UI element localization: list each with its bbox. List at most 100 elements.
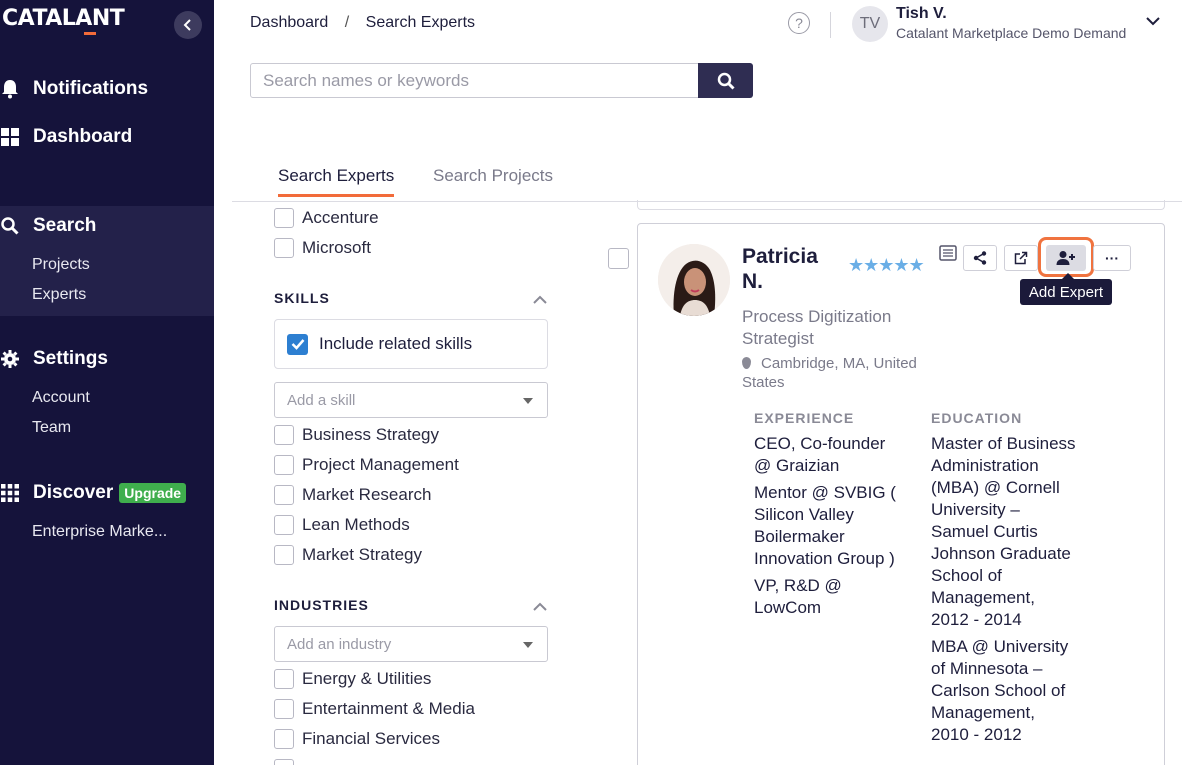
filter-skill-business-strategy[interactable]: Business Strategy [274,425,439,445]
location-pin-icon [742,357,751,369]
chevron-up-icon[interactable] [533,295,547,305]
catalant-logo[interactable]: CATALANT [2,6,125,35]
add-expert-button[interactable] [1046,245,1086,271]
expert-title: Process Digitization Strategist [742,307,892,348]
header-divider [830,12,831,38]
filter-skill-market-research[interactable]: Market Research [274,485,431,505]
add-skill-placeholder: Add a skill [287,391,356,409]
more-options-button[interactable]: ··· [1093,245,1131,271]
add-expert-tooltip: Add Expert [1020,273,1112,305]
nav-dashboard[interactable]: Dashboard [0,126,132,148]
checkbox[interactable] [274,669,294,689]
nav-settings[interactable]: Settings [0,348,108,370]
filter-skill-lean-methods[interactable]: Lean Methods [274,515,410,535]
checkbox[interactable] [274,759,294,765]
filter-company-accenture[interactable]: Accenture [274,208,379,228]
caret-down-icon [523,642,533,648]
add-industry-dropdown[interactable]: Add an industry [274,626,548,662]
filter-label: Business Strategy [302,425,440,444]
filter-skill-project-management[interactable]: Project Management [274,455,459,475]
checkbox-checked[interactable] [287,333,308,355]
top-header: Dashboard / Search Experts ? TV Tish V. … [214,0,1200,50]
expert-name[interactable]: Patricia N. [742,244,822,294]
location-text: Cambridge, MA, United States [742,355,917,391]
search-button[interactable] [698,63,753,98]
nav-discover-enterprise[interactable]: Enterprise Marke... [32,523,167,541]
filter-industry-energy[interactable]: Energy & Utilities [274,669,431,689]
external-link-icon [1014,251,1028,265]
chevron-up-icon[interactable] [533,602,547,612]
help-icon-glyph: ? [795,15,803,31]
filter-label: Microsoft [302,238,371,257]
filter-label: Financial Services [302,729,440,748]
nav-notifications[interactable]: Notifications [0,78,148,100]
filter-industry-next[interactable] [274,759,302,765]
education-item: MBA @ University of Minnesota – Carlson … [931,637,1069,744]
search-input[interactable] [250,63,699,98]
add-skill-dropdown[interactable]: Add a skill [274,382,548,418]
include-related-label: Include related skills [319,334,473,353]
expert-photo[interactable] [658,244,730,316]
filter-label: Market Research [302,485,432,504]
user-organization[interactable]: Catalant Marketplace Demo Demand [896,25,1126,41]
avatar[interactable]: TV [852,6,888,42]
search-icon [717,72,735,90]
nav-discover[interactable]: Discover Upgrade [0,482,187,504]
tab-search-experts[interactable]: Search Experts [278,166,395,197]
nav-search-experts[interactable]: Experts [32,286,86,304]
nav-settings-label: Settings [33,348,108,369]
filter-skill-market-strategy[interactable]: Market Strategy [274,545,422,565]
filter-label: Accenture [302,208,379,227]
select-expert-checkbox[interactable] [608,248,629,269]
expert-location: Cambridge, MA, United States [742,354,932,392]
breadcrumb-separator: / [344,14,350,31]
ellipsis-icon: ··· [1105,250,1119,266]
upgrade-badge[interactable]: Upgrade [119,483,187,503]
skills-heading: SKILLS [274,290,330,306]
help-icon[interactable]: ? [788,12,810,34]
nav-settings-team[interactable]: Team [32,419,71,437]
filter-label: Energy & Utilities [302,669,432,688]
share-button[interactable] [963,245,997,271]
education-heading: EDUCATION [931,410,1023,426]
checkbox[interactable] [274,425,294,445]
dashboard-grid-icon [0,127,20,147]
filter-label: Project Management [302,455,459,474]
experience-item: CEO, Co-founder @ Graizian [754,434,886,475]
nav-discover-label: Discover [33,482,114,503]
chevron-down-icon[interactable] [1146,16,1160,26]
checkbox[interactable] [274,729,294,749]
profile-photo-icon [658,244,730,316]
filter-company-microsoft[interactable]: Microsoft [274,238,371,258]
star-rating: ★★★★★ [848,255,925,275]
notes-list-icon[interactable] [939,245,957,261]
checkbox[interactable] [274,485,294,505]
checkmark-icon [291,339,304,350]
breadcrumb-dashboard[interactable]: Dashboard [250,14,328,31]
search-tabs: Search Experts Search Projects [232,162,1182,202]
checkbox[interactable] [274,208,294,228]
include-related-skills[interactable]: Include related skills [274,319,548,369]
nav-dashboard-label: Dashboard [33,126,133,147]
open-profile-button[interactable] [1004,245,1038,271]
education-list: Master of Business Administration (MBA) … [931,433,1077,751]
checkbox[interactable] [274,238,294,258]
experience-item: VP, R&D @ LowCom [754,576,842,617]
nav-search[interactable]: Search [0,215,96,237]
education-item: Master of Business Administration (MBA) … [931,434,1076,629]
user-name[interactable]: Tish V. [896,5,947,23]
tab-search-projects[interactable]: Search Projects [433,166,553,194]
filter-industry-financial[interactable]: Financial Services [274,729,440,749]
checkbox[interactable] [274,515,294,535]
nav-settings-account[interactable]: Account [32,389,90,407]
checkbox[interactable] [274,699,294,719]
collapse-sidebar-button[interactable] [174,11,202,39]
nav-notifications-label: Notifications [33,78,149,99]
nav-search-projects[interactable]: Projects [32,256,90,274]
filter-label: Lean Methods [302,515,410,534]
filter-industry-entertainment[interactable]: Entertainment & Media [274,699,475,719]
checkbox[interactable] [274,545,294,565]
experience-heading: EXPERIENCE [754,410,855,426]
checkbox[interactable] [274,455,294,475]
add-industry-placeholder: Add an industry [287,635,392,653]
